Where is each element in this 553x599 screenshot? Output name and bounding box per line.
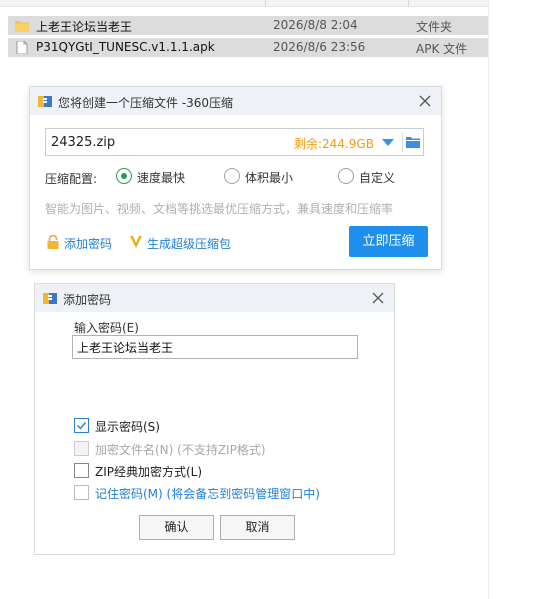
folder-icon [15,21,29,32]
v-badge-icon [130,236,142,248]
file-icon [16,41,28,54]
super-package-label: 生成超级压缩包 [147,237,232,251]
radio-circle [224,168,240,184]
checkbox-label: 加密文件名(N) (不支持ZIP格式) [95,443,266,457]
add-password-dialog: 添加密码 输入密码(E) 显示密码(S) 加密文件名(N) (不支持ZIP格式)… [34,283,395,555]
file-name: P31QYGtI_TUNESC.v1.1.1.apk [36,40,215,54]
dialog-title: 您将创建一个压缩文件 -360压缩 [58,96,234,110]
checkbox-label: 显示密码(S) [95,420,160,434]
file-date: 2026/8/6 23:56 [273,40,366,54]
archive-filename[interactable]: 24325.zip [51,135,115,150]
cancel-button[interactable]: 取消 [220,515,295,540]
close-icon[interactable] [418,94,432,108]
column-header-strip [0,0,488,7]
radio-circle [338,168,354,184]
dialog-title: 添加密码 [63,293,112,307]
compress-now-button[interactable]: 立即压缩 [349,226,428,257]
file-type: APK 文件 [416,42,468,56]
close-icon[interactable] [371,291,385,305]
lock-icon [47,235,59,249]
password-label: 输入密码(E) [74,321,139,335]
compress-dialog: 您将创建一个压缩文件 -360压缩 24325.zip 剩余:244.9GB 压… [29,86,442,270]
password-input[interactable] [72,335,358,359]
radio-circle [116,168,132,184]
radio-label: 体积最小 [245,171,294,185]
add-password-label: 添加密码 [64,237,113,251]
file-name: 上老王论坛当老王 [36,20,133,34]
file-type: 文件夹 [416,20,453,34]
column-divider [265,0,266,7]
archive-icon [38,96,52,107]
archive-name-field[interactable]: 24325.zip 剩余:244.9GB [45,128,424,156]
remaining-space: 剩余:244.9GB [294,137,374,151]
checkbox-box [74,485,89,500]
checkbox-box [74,418,89,433]
divider [402,133,403,152]
file-date: 2026/8/8 2:04 [273,18,358,32]
smart-hint: 智能为图片、视频、文档等挑选最优压缩方式，兼具速度和压缩率 [45,202,394,216]
checkbox-box [74,441,89,456]
file-row-apk[interactable]: P31QYGtI_TUNESC.v1.1.1.apk 2026/8/6 23:5… [8,38,488,57]
checkbox-box [74,463,89,478]
ok-button[interactable]: 确认 [139,515,214,540]
chevron-down-icon[interactable] [382,139,394,146]
config-label: 压缩配置: [45,172,98,186]
checkbox-label: 记住密码(M) (将会备忘到密码管理窗口中) [95,487,320,501]
radio-label: 自定义 [359,171,396,185]
radio-label: 速度最快 [137,171,186,185]
dialog-titlebar[interactable]: 您将创建一个压缩文件 -360压缩 [30,87,441,115]
column-divider [408,0,409,7]
pane-divider [488,0,489,599]
checkmark-icon [77,422,87,430]
folder-browse-icon[interactable] [406,136,420,148]
archive-icon [43,293,57,304]
file-row-folder[interactable]: 上老王论坛当老王 2026/8/8 2:04 文件夹 [8,16,488,35]
checkbox-label: ZIP经典加密方式(L) [95,465,203,479]
file-list: 上老王论坛当老王 2026/8/8 2:04 文件夹 P31QYGtI_TUNE… [0,0,553,70]
dialog-titlebar[interactable]: 添加密码 [35,284,394,312]
